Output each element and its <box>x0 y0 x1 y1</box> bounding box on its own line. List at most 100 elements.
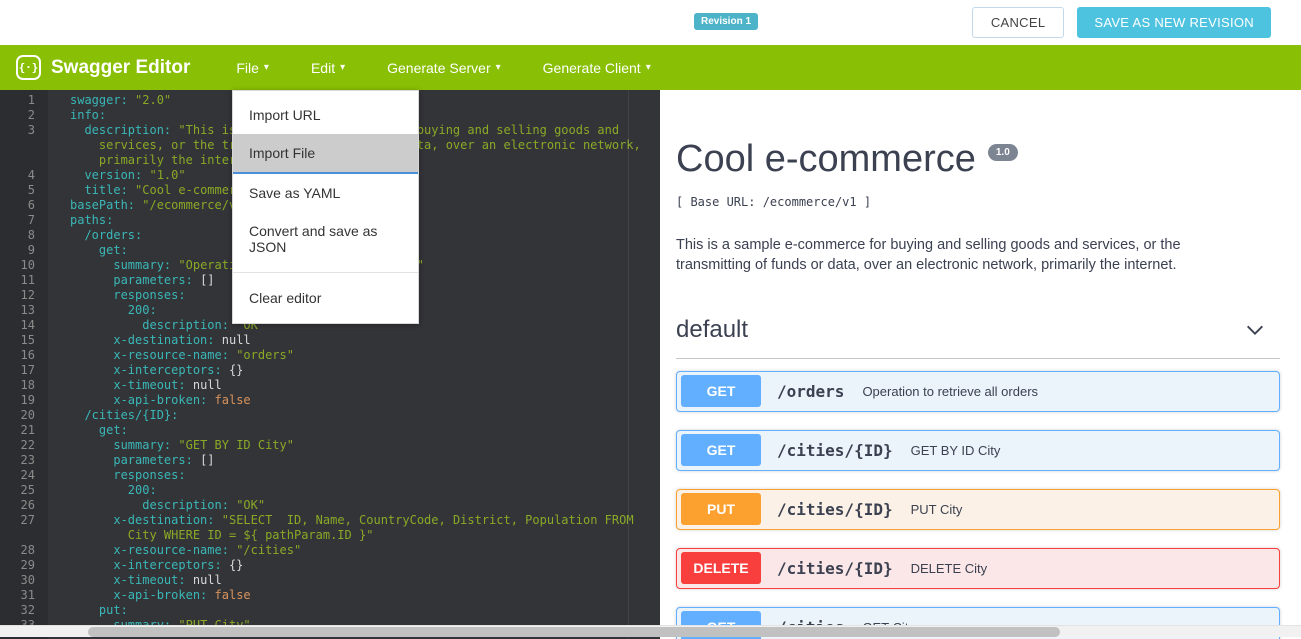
line-number: 24 <box>0 468 35 483</box>
code-token <box>70 153 99 167</box>
op-path: /cities/{ID} <box>777 441 893 460</box>
code-token: x-interceptors: <box>113 363 221 377</box>
code-line[interactable]: 200: <box>70 483 660 498</box>
topbar: Revision 1 CANCEL SAVE AS NEW REVISION <box>0 0 1301 45</box>
code-token <box>70 483 128 497</box>
menu-edit[interactable]: Edit ▾ <box>311 60 345 76</box>
caret-down-icon: ▾ <box>340 62 345 73</box>
code-line[interactable]: x-interceptors: {} <box>70 558 660 573</box>
code-line[interactable]: put: <box>70 603 660 618</box>
code-token <box>70 513 113 527</box>
code-token: x-interceptors: <box>113 558 221 572</box>
code-token: "SELECT ID, Name, CountryCode, District,… <box>222 513 634 527</box>
code-token: 200: <box>128 483 157 497</box>
code-token <box>215 513 222 527</box>
line-number: 6 <box>0 198 35 213</box>
code-line[interactable]: description: "OK" <box>70 498 660 513</box>
opblock-get-cities-id[interactable]: GET/cities/{ID} GET BY ID City <box>676 430 1280 471</box>
print-margin-line <box>628 90 629 639</box>
code-token: "OK" <box>236 498 265 512</box>
menu-file[interactable]: File▾ <box>236 60 269 76</box>
file-menu-item-import-url[interactable]: Import URL <box>233 96 418 134</box>
file-menu-item-convert-and-save-as-json[interactable]: Convert and save as JSON <box>233 212 418 266</box>
line-number: 3 <box>0 123 35 138</box>
cancel-button[interactable]: CANCEL <box>972 7 1065 38</box>
code-token: "2.0" <box>135 93 171 107</box>
line-number: 23 <box>0 453 35 468</box>
line-number: 17 <box>0 363 35 378</box>
file-dropdown-menu: Import URLImport FileSave as YAMLConvert… <box>232 90 419 324</box>
file-menu-item-import-file[interactable]: Import File <box>233 134 418 172</box>
horizontal-scrollbar[interactable] <box>0 625 1301 637</box>
code-token <box>70 543 113 557</box>
code-token: /cities/{ID}: <box>84 408 178 422</box>
code-token <box>70 303 128 317</box>
horizontal-scrollbar-thumb[interactable] <box>88 627 1060 637</box>
menu-label: Edit <box>311 60 335 76</box>
code-token <box>70 348 113 362</box>
op-summary: GET BY ID City <box>911 443 1001 458</box>
line-number: 10 <box>0 258 35 273</box>
line-number: 27 <box>0 513 35 528</box>
code-line[interactable]: x-api-broken: false <box>70 588 660 603</box>
op-summary: PUT City <box>911 502 963 517</box>
code-line[interactable]: /cities/{ID}: <box>70 408 660 423</box>
file-menu-item-save-as-yaml[interactable]: Save as YAML <box>233 174 418 212</box>
code-line[interactable]: x-resource-name: "orders" <box>70 348 660 363</box>
line-number: 16 <box>0 348 35 363</box>
code-line[interactable]: x-interceptors: {} <box>70 363 660 378</box>
code-line[interactable]: summary: "GET BY ID City" <box>70 438 660 453</box>
section-header-default[interactable]: default <box>676 316 1280 359</box>
code-line[interactable]: x-destination: null <box>70 333 660 348</box>
code-token: x-resource-name: <box>113 543 229 557</box>
code-line[interactable]: x-timeout: null <box>70 573 660 588</box>
code-token <box>215 333 222 347</box>
code-token: paths: <box>70 213 113 227</box>
code-line[interactable]: x-resource-name: "/cities" <box>70 543 660 558</box>
line-number <box>0 138 35 153</box>
menu-label: Generate Client <box>543 60 641 76</box>
line-number: 26 <box>0 498 35 513</box>
line-number: 28 <box>0 543 35 558</box>
menu-generate-client[interactable]: Generate Client▾ <box>543 60 651 76</box>
file-menu-item-clear-editor[interactable]: Clear editor <box>233 279 418 317</box>
code-token <box>70 318 142 332</box>
code-line[interactable]: x-destination: "SELECT ID, Name, Country… <box>70 513 660 528</box>
code-token: put: <box>99 603 128 617</box>
main-content: 1234567891011121314151617181920212223242… <box>0 90 1301 639</box>
code-token: x-timeout: <box>113 378 185 392</box>
code-line[interactable]: City WHERE ID = ${ pathParam.ID }" <box>70 528 660 543</box>
code-line[interactable]: get: <box>70 423 660 438</box>
code-token <box>70 468 113 482</box>
line-number: 20 <box>0 408 35 423</box>
code-token <box>70 243 99 257</box>
line-number: 25 <box>0 483 35 498</box>
line-number: 14 <box>0 318 35 333</box>
code-token: [] <box>193 453 215 467</box>
opblock-delete-cities-id[interactable]: DELETE/cities/{ID}DELETE City <box>676 548 1280 589</box>
code-line[interactable]: x-timeout: null <box>70 378 660 393</box>
code-token <box>70 393 113 407</box>
code-line[interactable]: responses: <box>70 468 660 483</box>
code-token <box>70 573 113 587</box>
opblock-put-cities-id[interactable]: PUT/cities/{ID}PUT City <box>676 489 1280 530</box>
line-number: 13 <box>0 303 35 318</box>
api-title: Cool e-commerce1.0 <box>676 138 1280 181</box>
code-token: title: <box>84 183 127 197</box>
menu-generate-server[interactable]: Generate Server▾ <box>387 60 501 76</box>
menu-label: File <box>236 60 259 76</box>
code-token: parameters: <box>113 453 192 467</box>
method-badge: GET <box>681 434 761 466</box>
code-line[interactable]: x-api-broken: false <box>70 393 660 408</box>
app-title: Swagger Editor <box>51 57 190 79</box>
code-token <box>70 258 113 272</box>
code-token: null <box>193 573 222 587</box>
chevron-down-icon[interactable] <box>1244 319 1266 341</box>
code-token <box>70 123 84 137</box>
line-number: 18 <box>0 378 35 393</box>
code-token <box>207 393 214 407</box>
save-as-new-revision-button[interactable]: SAVE AS NEW REVISION <box>1077 7 1271 38</box>
opblock-get-orders[interactable]: GET/ordersOperation to retrieve all orde… <box>676 371 1280 412</box>
code-line[interactable]: parameters: [] <box>70 453 660 468</box>
editor-gutter: 1234567891011121314151617181920212223242… <box>0 90 48 639</box>
